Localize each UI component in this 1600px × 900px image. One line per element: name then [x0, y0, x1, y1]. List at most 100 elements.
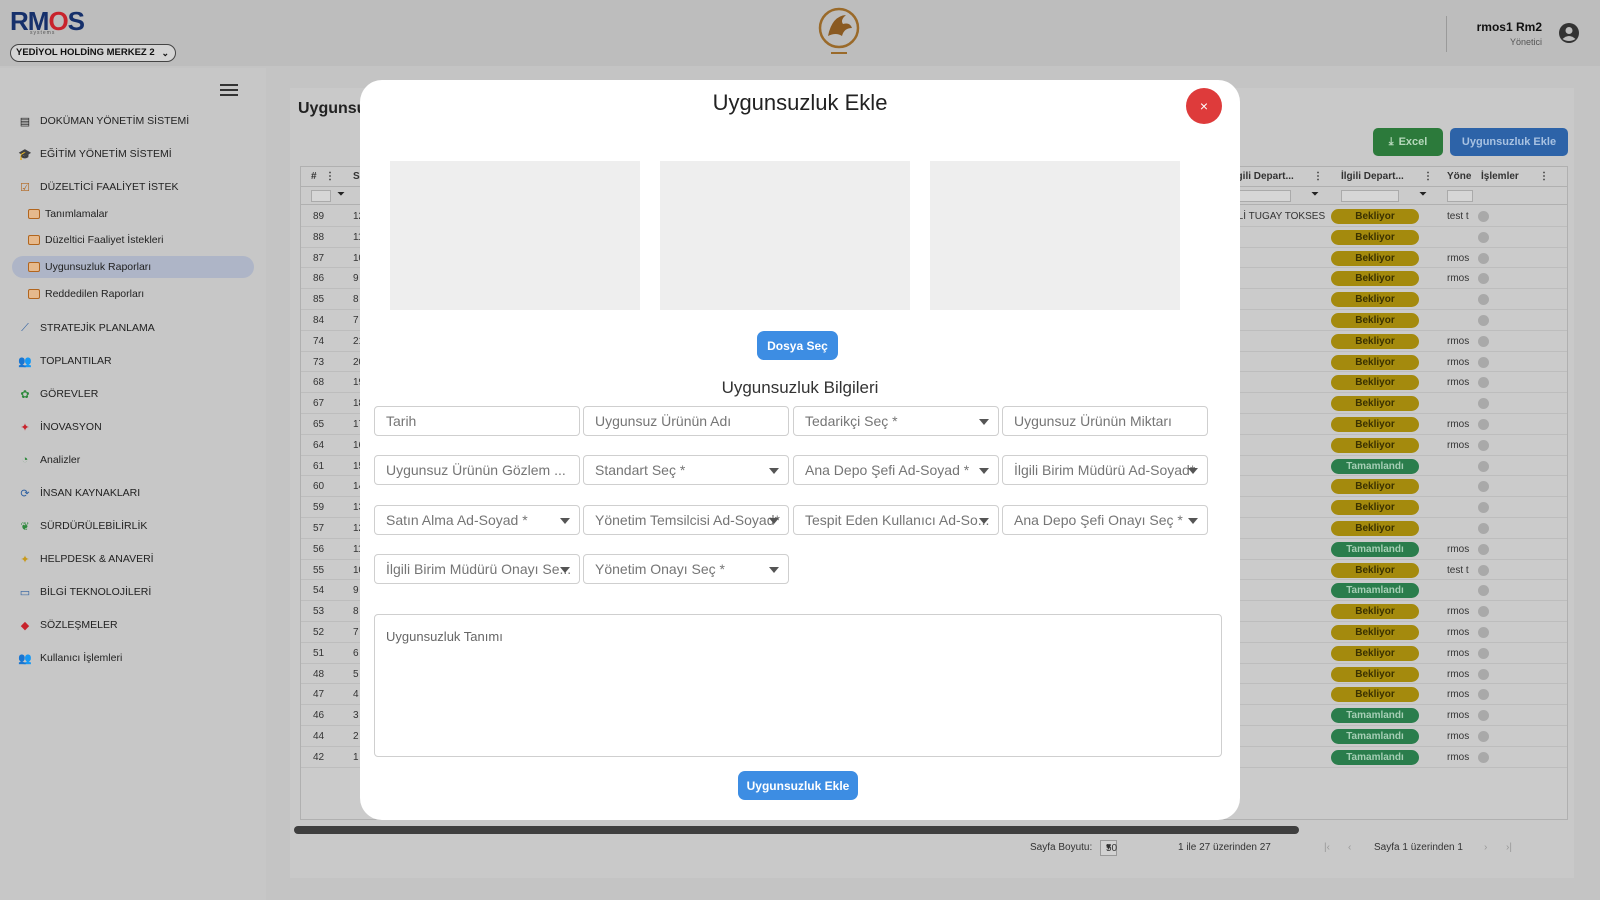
sidebar-item-strategic-planning[interactable]: ⟋ STRATEJİK PLANLAMA	[18, 317, 155, 339]
row-actions-icon[interactable]	[1478, 689, 1489, 701]
sidebar-subitem-nonconformity-reports[interactable]: Uygunsuzluk Raporları	[12, 256, 254, 278]
row-actions-icon[interactable]	[1478, 710, 1489, 722]
row-actions-icon[interactable]	[1478, 294, 1489, 306]
first-page-icon[interactable]: |‹	[1324, 842, 1330, 853]
filter-input[interactable]	[1231, 190, 1291, 202]
add-nonconformity-button[interactable]: Uygunsuzluk Ekle	[1450, 128, 1568, 156]
form-input[interactable]: Tarih	[374, 406, 580, 436]
form-select[interactable]: Yönetim Temsilcisi Ad-Soyad*	[583, 505, 789, 535]
status-badge: Bekliyor	[1331, 687, 1419, 703]
user-avatar-icon[interactable]	[1558, 22, 1580, 44]
row-s-value: 9	[353, 273, 359, 285]
column-menu-icon[interactable]: ⋮	[1313, 171, 1323, 182]
row-s-value: 1	[353, 751, 359, 763]
row-actions-icon[interactable]	[1478, 523, 1489, 534]
choose-file-button[interactable]: Dosya Seç	[757, 331, 838, 360]
sidebar-item-tasks[interactable]: ✿ GÖREVLER	[18, 383, 98, 405]
user-profile[interactable]: rmos1 Rm2 Yönetici	[1446, 16, 1586, 52]
form-select[interactable]: Standart Seç *	[583, 455, 789, 485]
row-actions-icon[interactable]	[1478, 543, 1489, 555]
row-actions-icon[interactable]	[1478, 315, 1489, 326]
excel-export-button[interactable]: ⤓ Excel	[1373, 128, 1443, 156]
company-select[interactable]: YEDİYOL HOLDİNG MERKEZ 2 ⌄	[10, 44, 176, 62]
row-actions-icon[interactable]	[1478, 460, 1489, 472]
column-header-s[interactable]: S	[353, 171, 360, 182]
form-select[interactable]: Tedarikçi Seç *	[793, 406, 999, 436]
column-header-department-1[interactable]: İlgili Depart...	[1231, 171, 1294, 182]
image-preview-2	[660, 161, 910, 310]
filter-input[interactable]	[311, 190, 331, 202]
row-actions-icon[interactable]	[1478, 335, 1489, 347]
row-actions-icon[interactable]	[1478, 273, 1489, 285]
last-page-icon[interactable]: ›|	[1506, 842, 1512, 853]
row-actions-icon[interactable]	[1478, 502, 1489, 514]
filter-icon[interactable]: ⏷	[1419, 189, 1427, 200]
horizontal-scrollbar[interactable]	[294, 826, 1299, 834]
form-select[interactable]: İlgili Birim Müdürü Onayı Se...	[374, 554, 580, 584]
form-input[interactable]: Uygunsuz Ürünün Gözlem ...	[374, 455, 580, 485]
column-header-actions[interactable]: İşlemler	[1481, 171, 1519, 182]
row-actions-icon[interactable]	[1478, 398, 1489, 410]
sidebar-item-human-resources[interactable]: ⟳ İNSAN KAYNAKLARI	[18, 482, 140, 504]
row-actions-icon[interactable]	[1478, 356, 1489, 368]
sidebar-item-document-management[interactable]: ▤ DOKÜMAN YÖNETİM SİSTEMİ	[18, 110, 189, 132]
filter-input[interactable]	[1341, 190, 1399, 202]
row-manager: rmos	[1447, 439, 1470, 451]
form-select[interactable]: Satın Alma Ad-Soyad *	[374, 505, 580, 535]
row-actions-icon[interactable]	[1478, 481, 1489, 493]
prev-page-icon[interactable]: ‹	[1348, 842, 1351, 853]
close-icon[interactable]: ×	[1186, 88, 1222, 124]
sidebar-subitem-corrective-requests[interactable]: Düzeltici Faaliyet İstekleri	[28, 229, 163, 251]
menu-toggle-icon[interactable]	[220, 84, 238, 98]
row-actions-icon[interactable]	[1478, 252, 1489, 264]
row-actions-icon[interactable]	[1478, 731, 1489, 742]
row-actions-icon[interactable]	[1478, 627, 1489, 638]
page-size-select[interactable]: 50 ▾	[1100, 840, 1117, 856]
row-actions-icon[interactable]	[1478, 751, 1489, 763]
row-manager: test t	[1447, 211, 1469, 222]
row-actions-icon[interactable]	[1478, 564, 1489, 576]
row-actions-icon[interactable]	[1478, 439, 1489, 451]
form-select[interactable]: Ana Depo Şefi Ad-Soyad *	[793, 455, 999, 485]
form-select[interactable]: Yönetim Onayı Seç *	[583, 554, 789, 584]
column-menu-icon[interactable]: ⋮	[325, 171, 335, 182]
row-actions-icon[interactable]	[1478, 231, 1489, 243]
row-actions-icon[interactable]	[1478, 419, 1489, 430]
sidebar-item-sustainability[interactable]: ❦ SÜRDÜRÜLEBİLİRLİK	[18, 515, 147, 537]
sidebar-item-meetings[interactable]: 👥 TOPLANTILAR	[18, 350, 111, 372]
sidebar-item-analytics[interactable]: ◔ Analizler	[18, 449, 81, 471]
column-menu-icon[interactable]: ⋮	[1423, 171, 1433, 182]
leaf-icon: ❦	[20, 520, 30, 533]
description-textarea[interactable]: Uygunsuzluk Tanımı	[374, 614, 1222, 757]
form-select[interactable]: Tespit Eden Kullanıcı Ad-So...	[793, 505, 999, 535]
column-menu-icon[interactable]: ⋮	[1539, 171, 1549, 182]
column-header-manager[interactable]: Yöne	[1447, 171, 1471, 182]
column-header-id[interactable]: #	[311, 171, 317, 182]
filter-icon[interactable]: ⏷	[337, 189, 345, 200]
filter-input[interactable]	[1447, 190, 1473, 202]
row-actions-icon[interactable]	[1478, 647, 1489, 659]
submit-nonconformity-button[interactable]: Uygunsuzluk Ekle	[738, 771, 858, 800]
row-actions-icon[interactable]	[1478, 377, 1489, 389]
form-select[interactable]: Ana Depo Şefi Onayı Seç *	[1002, 505, 1208, 535]
sidebar-item-contracts[interactable]: ◆ SÖZLEŞMELER	[18, 614, 118, 636]
sidebar-item-corrective-action[interactable]: ☑ DÜZELTİCİ FAALİYET İSTEK	[18, 176, 178, 198]
sidebar-item-information-technology[interactable]: ▭ BİLGİ TEKNOLOJİLERİ	[18, 581, 151, 603]
row-id: 64	[313, 439, 325, 451]
form-input[interactable]: Uygunsuz Ürünün Miktarı	[1002, 406, 1208, 436]
form-select[interactable]: İlgili Birim Müdürü Ad-Soyad*	[1002, 455, 1208, 485]
sidebar-subitem-definitions[interactable]: Tanımlamalar	[28, 203, 108, 225]
row-actions-icon[interactable]	[1478, 606, 1489, 618]
form-input[interactable]: Uygunsuz Ürünün Adı	[583, 406, 789, 436]
row-actions-icon[interactable]	[1478, 585, 1489, 597]
sidebar-subitem-rejected-reports[interactable]: Reddedilen Raporları	[28, 283, 144, 305]
sidebar-item-education[interactable]: 🎓 EĞİTİM YÖNETİM SİSTEMİ	[18, 143, 172, 165]
column-header-department-2[interactable]: İlgili Depart...	[1341, 171, 1404, 182]
sidebar-item-user-operations[interactable]: 👥 Kullanıcı İşlemleri	[18, 647, 122, 669]
row-actions-icon[interactable]	[1478, 211, 1489, 222]
sidebar-item-innovation[interactable]: ✦ İNOVASYON	[18, 416, 101, 438]
sidebar-item-helpdesk[interactable]: ✦ HELPDESK & ANAVERİ	[18, 548, 153, 570]
next-page-icon[interactable]: ›	[1484, 842, 1487, 853]
filter-icon[interactable]: ⏷	[1311, 189, 1319, 200]
row-actions-icon[interactable]	[1478, 668, 1489, 680]
